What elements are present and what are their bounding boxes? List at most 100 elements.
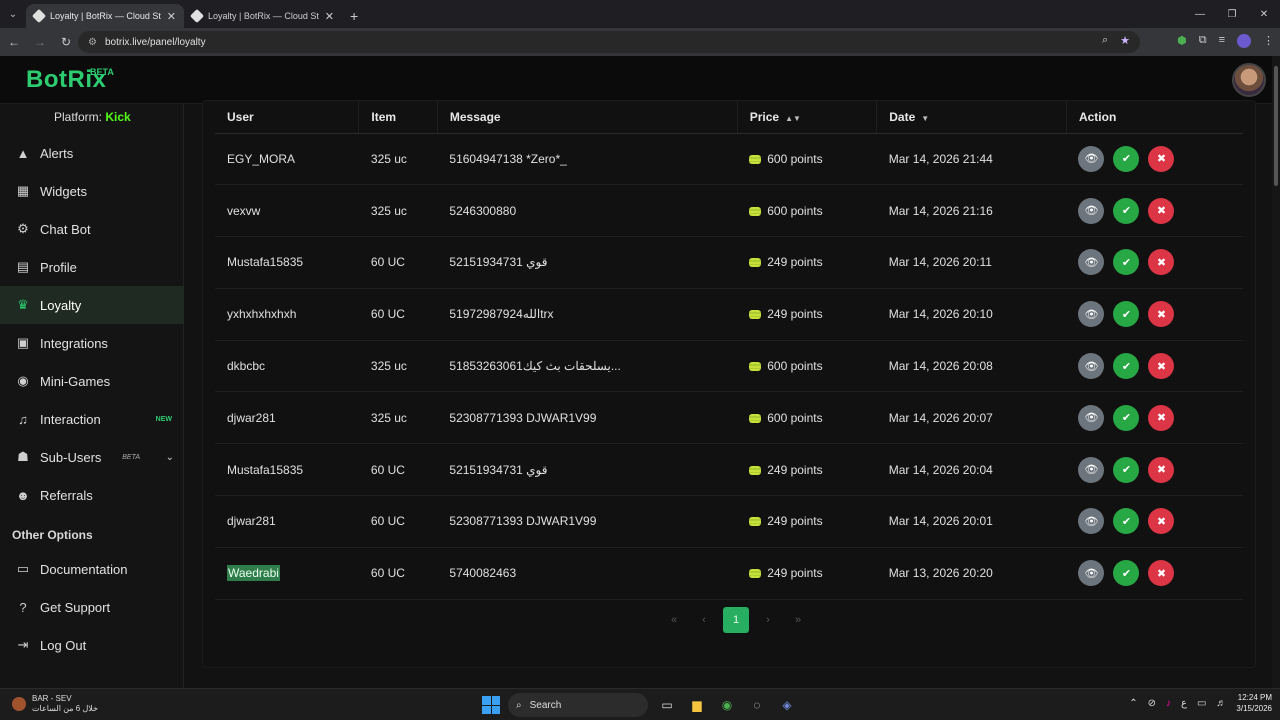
sidebar-item-label: Log Out bbox=[40, 637, 87, 653]
item-cell: 325 uc bbox=[358, 184, 438, 238]
media-icon[interactable]: ≡ bbox=[1219, 34, 1225, 48]
approve-button[interactable]: ✔ bbox=[1113, 301, 1140, 328]
reject-button[interactable]: ✖ bbox=[1148, 145, 1175, 172]
sidebar-item-profile[interactable]: ▤ Profile bbox=[0, 248, 184, 286]
user-cell: Mustafa15835 bbox=[215, 443, 359, 497]
profile-icon[interactable] bbox=[1237, 34, 1251, 48]
sports-icon bbox=[12, 697, 26, 711]
site-info-icon[interactable]: ⚙ bbox=[88, 37, 97, 48]
chevron-up-icon[interactable]: ⌃ bbox=[1129, 698, 1137, 709]
extensions-puzzle-icon[interactable]: ⧉ bbox=[1199, 34, 1207, 48]
approve-button[interactable]: ✔ bbox=[1113, 353, 1140, 380]
new-tab-button[interactable]: + bbox=[342, 4, 366, 28]
discord-icon[interactable]: ◈ bbox=[776, 694, 798, 716]
forward-icon[interactable]: → bbox=[28, 30, 52, 54]
file-explorer-icon[interactable]: ▆ bbox=[686, 694, 708, 716]
reject-button[interactable]: ✖ bbox=[1148, 456, 1175, 483]
bookmark-star-icon[interactable]: ★ bbox=[1120, 34, 1130, 47]
view-button[interactable]: 👁 bbox=[1078, 508, 1105, 535]
sidebar-item-referrals[interactable]: ☻ Referrals bbox=[0, 476, 184, 514]
sidebar-item-label: Get Support bbox=[40, 599, 111, 615]
message-cell: 5740082463 bbox=[437, 547, 738, 600]
user-avatar[interactable] bbox=[1232, 63, 1266, 97]
sidebar-item-integrations[interactable]: ▣ Integrations bbox=[0, 324, 184, 362]
sidebar-item-chat-bot[interactable]: ⚙ Chat Bot bbox=[0, 210, 184, 248]
sidebar-item-widgets[interactable]: ▦ Widgets bbox=[0, 172, 184, 210]
sidebar-item-loyalty[interactable]: ♛ Loyalty bbox=[0, 286, 184, 324]
sidebar-item-sub-users[interactable]: ☗ Sub-Users BETA ⌄ bbox=[0, 438, 184, 476]
volume-icon[interactable]: ♬ bbox=[1216, 698, 1226, 709]
approve-button[interactable]: ✔ bbox=[1113, 456, 1140, 483]
menu-icon[interactable]: ⋮ bbox=[1263, 34, 1274, 48]
network-off-icon[interactable]: ⊘ bbox=[1148, 698, 1156, 709]
sidebar-item-get-support[interactable]: ? Get Support bbox=[0, 588, 184, 626]
browser-tab-1[interactable]: Loyalty | BotRix — Cloud Stream ✕ bbox=[26, 4, 184, 28]
item-cell: 325 uc bbox=[358, 391, 438, 445]
sidebar-item-alerts[interactable]: ▲ Alerts bbox=[0, 134, 184, 172]
coins-icon bbox=[749, 465, 762, 475]
sidebar-item-documentation[interactable]: ▭ Documentation bbox=[0, 550, 184, 588]
approve-button[interactable]: ✔ bbox=[1113, 197, 1140, 224]
reject-button[interactable]: ✖ bbox=[1148, 508, 1175, 535]
first-page-icon[interactable]: « bbox=[663, 607, 685, 633]
microphone-icon[interactable]: ♪ bbox=[1166, 698, 1171, 709]
tab-search-icon[interactable]: ⌄ bbox=[0, 0, 26, 28]
reject-button[interactable]: ✖ bbox=[1148, 353, 1175, 380]
table-row: dkbcbc 325 uc 51853263061يسلحقات بث كيك...… bbox=[215, 340, 1243, 393]
weather-widget[interactable]: BAR - SEV خلال 6 من الساعات bbox=[12, 694, 98, 714]
close-window-icon[interactable]: ✕ bbox=[1248, 0, 1280, 28]
view-button[interactable]: 👁 bbox=[1078, 560, 1105, 587]
next-page-icon[interactable]: › bbox=[757, 607, 779, 633]
view-button[interactable]: 👁 bbox=[1078, 197, 1105, 224]
reject-button[interactable]: ✖ bbox=[1148, 301, 1175, 328]
reject-button[interactable]: ✖ bbox=[1148, 560, 1175, 587]
clock[interactable]: 12:24 PM 3/15/2026 bbox=[1236, 692, 1272, 714]
back-icon[interactable]: ← bbox=[2, 30, 26, 54]
scrollbar-thumb[interactable] bbox=[1274, 66, 1278, 186]
reject-button[interactable]: ✖ bbox=[1148, 404, 1175, 431]
reject-button[interactable]: ✖ bbox=[1148, 197, 1175, 224]
address-bar[interactable]: ⚙ botrix.live/panel/loyalty bbox=[78, 31, 1140, 53]
date-cell: Mar 14, 2026 21:16 bbox=[876, 184, 1067, 238]
extension-icon[interactable]: ⬢ bbox=[1177, 34, 1187, 48]
view-button[interactable]: 👁 bbox=[1078, 145, 1105, 172]
chrome-icon[interactable]: ◉ bbox=[716, 694, 738, 716]
view-button[interactable]: 👁 bbox=[1078, 456, 1105, 483]
view-button[interactable]: 👁 bbox=[1078, 404, 1105, 431]
taskbar-search[interactable]: ⌕ Search bbox=[508, 693, 648, 717]
reload-icon[interactable]: ↻ bbox=[54, 30, 78, 54]
date-header-label: Date bbox=[889, 109, 916, 124]
approve-button[interactable]: ✔ bbox=[1113, 249, 1140, 276]
restore-icon[interactable]: ❐ bbox=[1216, 0, 1248, 28]
sidebar-item-mini-games[interactable]: ◉ Mini-Games bbox=[0, 362, 184, 400]
windows-start-icon[interactable] bbox=[482, 696, 500, 714]
view-button[interactable]: 👁 bbox=[1078, 353, 1105, 380]
page-scrollbar[interactable] bbox=[1272, 56, 1280, 688]
view-button[interactable]: 👁 bbox=[1078, 301, 1105, 328]
column-header-date[interactable]: Date ▼ bbox=[876, 101, 1067, 134]
approve-button[interactable]: ✔ bbox=[1113, 508, 1140, 535]
reject-button[interactable]: ✖ bbox=[1148, 249, 1175, 276]
page-button[interactable]: 1 bbox=[723, 607, 749, 633]
app-icon[interactable]: ◌ bbox=[746, 694, 768, 716]
prev-page-icon[interactable]: ‹ bbox=[693, 607, 715, 633]
sidebar-item-log-out[interactable]: ⇥ Log Out bbox=[0, 626, 184, 664]
minimize-icon[interactable]: — bbox=[1184, 0, 1216, 28]
column-header-price[interactable]: Price ▲▼ bbox=[737, 101, 878, 134]
sidebar-item-interaction[interactable]: ♫ Interaction NEW bbox=[0, 400, 184, 438]
task-view-icon[interactable]: ▭ bbox=[656, 694, 678, 716]
approve-button[interactable]: ✔ bbox=[1113, 560, 1140, 587]
view-button[interactable]: 👁 bbox=[1078, 249, 1105, 276]
sort-desc-icon[interactable]: ▼ bbox=[921, 114, 929, 123]
display-icon[interactable]: ▭ bbox=[1197, 698, 1206, 709]
close-tab-icon[interactable]: ✕ bbox=[325, 10, 334, 23]
zoom-icon[interactable]: ⌕ bbox=[1102, 34, 1108, 47]
browser-tab-2[interactable]: Loyalty | BotRix — Cloud Stream ✕ bbox=[184, 4, 342, 28]
approve-button[interactable]: ✔ bbox=[1113, 145, 1140, 172]
close-tab-icon[interactable]: ✕ bbox=[167, 10, 176, 23]
last-page-icon[interactable]: » bbox=[787, 607, 809, 633]
sort-icon[interactable]: ▲▼ bbox=[785, 114, 801, 123]
approve-button[interactable]: ✔ bbox=[1113, 404, 1140, 431]
language-indicator[interactable]: ع bbox=[1181, 698, 1187, 709]
chevron-down-icon[interactable]: ⌄ bbox=[166, 452, 174, 463]
